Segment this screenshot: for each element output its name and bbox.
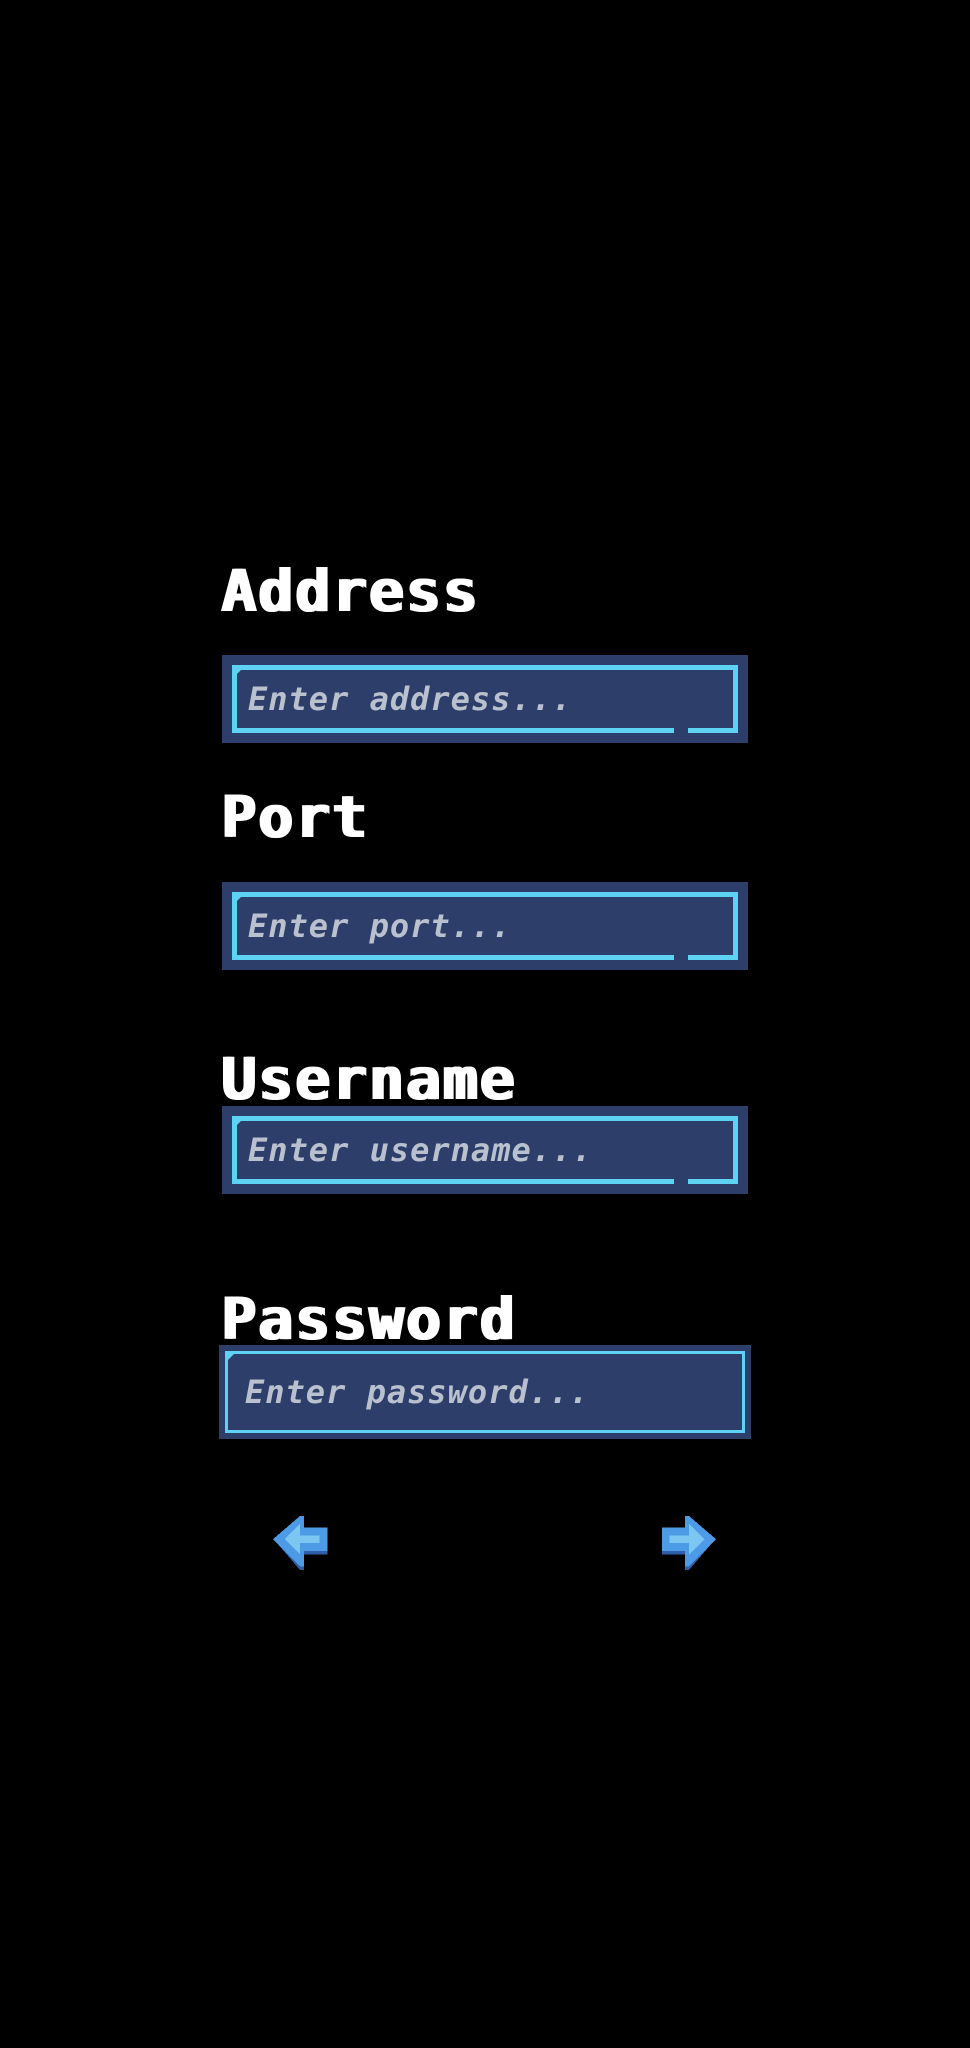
password-label: Password <box>220 1285 516 1353</box>
arrow-left-icon <box>273 1515 328 1571</box>
port-field-frame[interactable] <box>222 882 748 970</box>
next-button[interactable] <box>654 1512 716 1574</box>
back-button[interactable] <box>273 1512 335 1574</box>
connection-form-screen: Address Port Username Password <box>0 0 970 2048</box>
address-label: Address <box>220 557 479 625</box>
username-input[interactable] <box>248 1110 724 1190</box>
username-label: Username <box>220 1045 516 1113</box>
port-label: Port <box>220 783 368 851</box>
address-input[interactable] <box>248 659 724 739</box>
username-field-frame[interactable] <box>222 1106 748 1194</box>
arrow-right-icon <box>661 1515 716 1571</box>
port-input[interactable] <box>248 886 724 966</box>
address-field-frame[interactable] <box>222 655 748 743</box>
password-field-frame[interactable] <box>219 1345 751 1439</box>
password-input[interactable] <box>245 1349 727 1435</box>
